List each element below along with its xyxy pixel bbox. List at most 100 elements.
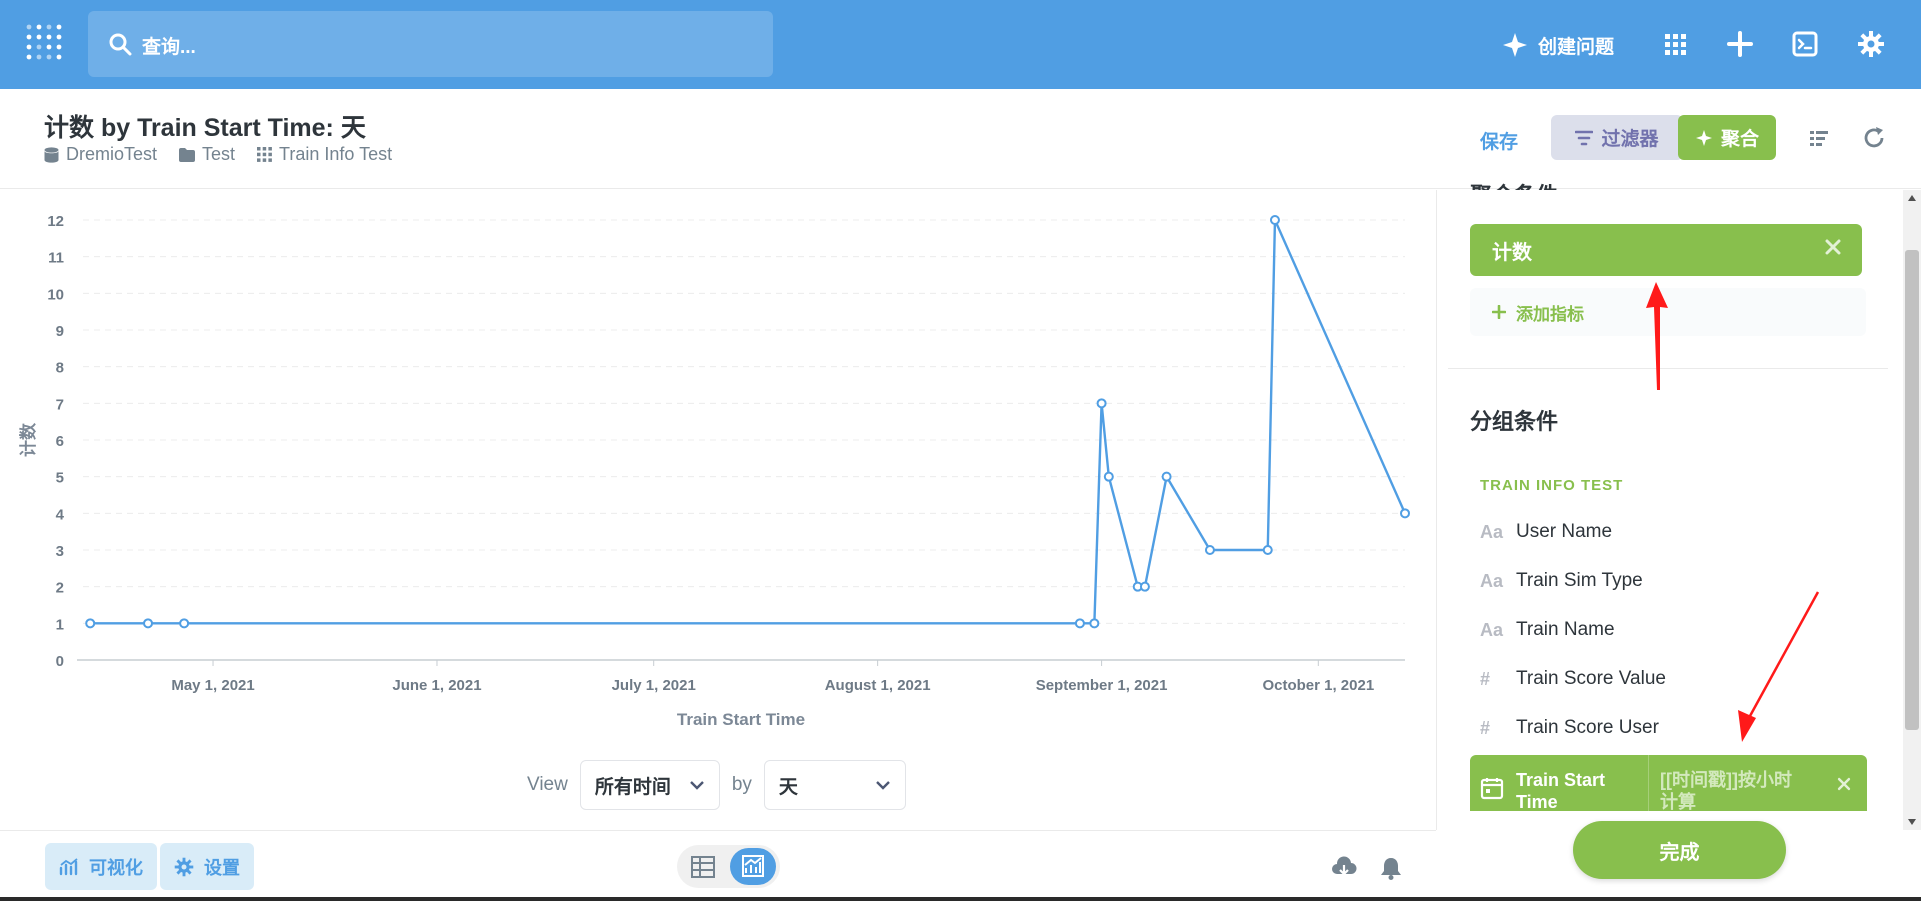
field-train-name[interactable]: Aa Train Name xyxy=(1480,616,1615,644)
temporal-bucket-picker[interactable]: [[时间戳]]按小时计算 xyxy=(1660,769,1800,811)
y-tick-label: 1 xyxy=(56,616,64,633)
metrics-heading: 聚合条件 xyxy=(1470,178,1558,190)
selected-field-clip: Train Start Time [[时间戳]]按小时计算 xyxy=(1470,755,1867,811)
y-tick-label: 7 xyxy=(56,396,64,413)
scroll-up-icon[interactable] xyxy=(1907,194,1917,202)
top-navbar: 查询... 创建问题 xyxy=(0,0,1921,89)
chart-toggle-active[interactable] xyxy=(730,848,776,885)
window-bottom-edge xyxy=(0,897,1921,901)
x-tick-label: June 1, 2021 xyxy=(392,677,481,694)
table-section-label: TRAIN INFO TEST xyxy=(1480,477,1624,494)
plus-icon[interactable] xyxy=(1726,30,1754,58)
x-tick-label: September 1, 2021 xyxy=(1036,677,1168,694)
new-question-button[interactable]: 创建问题 xyxy=(1502,30,1614,60)
y-tick-label: 10 xyxy=(47,286,64,303)
search-input[interactable]: 查询... xyxy=(88,11,773,77)
close-icon[interactable] xyxy=(1835,775,1853,793)
field-label: Train Name xyxy=(1516,619,1615,640)
gear-icon xyxy=(174,857,194,876)
summarize-button-label: 聚合 xyxy=(1720,129,1759,150)
gear-icon[interactable] xyxy=(1857,30,1885,58)
done-button[interactable]: 完成 xyxy=(1573,821,1786,879)
visualize-button[interactable]: 可视化 xyxy=(45,843,157,890)
data-point xyxy=(1204,545,1215,555)
breadcrumb-database-label: DremioTest xyxy=(66,144,158,164)
view-controls: View 所有时间 by 天 xyxy=(527,760,906,810)
line-chart[interactable]: 0123456789101112May 1, 2021 June 1, 2021 J… xyxy=(0,190,1436,750)
y-tick-label: 8 xyxy=(56,360,64,377)
database-icon xyxy=(44,146,59,163)
data-point xyxy=(1103,471,1114,482)
field-train-sim-type[interactable]: Aa Train Sim Type xyxy=(1480,567,1643,595)
period-select[interactable]: 所有时间 xyxy=(579,760,720,810)
field-label: Train Sim Type xyxy=(1516,570,1643,591)
y-tick-label: 6 xyxy=(56,433,64,450)
add-metric-button[interactable]: 添加指标 xyxy=(1470,288,1866,336)
question-title[interactable]: 计数 by Train Start Time: 天 xyxy=(44,108,366,144)
chart-grid xyxy=(83,219,1405,624)
filter-button-label: 过滤器 xyxy=(1601,129,1659,150)
chart-axes: 0123456789101112May 1, 2021 June 1, 2021 J… xyxy=(18,213,1405,729)
x-tick-label: October 1, 2021 xyxy=(1262,677,1374,694)
text-field-icon: Aa xyxy=(1480,570,1504,591)
groupby-heading: 分组条件 xyxy=(1470,409,1559,434)
summarize-button[interactable]: 聚合 xyxy=(1678,115,1776,160)
terminal-icon[interactable] xyxy=(1791,30,1819,58)
save-button[interactable]: 保存 xyxy=(1480,127,1518,154)
unit-select[interactable]: 天 xyxy=(763,760,906,810)
chevron-down-icon xyxy=(876,781,890,790)
filter-button[interactable]: 过滤器 xyxy=(1551,115,1683,160)
add-metric-label: 添加指标 xyxy=(1516,304,1584,324)
data-point xyxy=(1269,215,1280,225)
breadcrumb-table[interactable]: Train Info Test xyxy=(257,144,392,165)
apps-grid-icon[interactable] xyxy=(1661,30,1689,58)
scroll-down-icon[interactable] xyxy=(1907,818,1917,826)
x-tick-label: July 1, 2021 xyxy=(612,677,696,694)
table-chart-toggle[interactable] xyxy=(677,845,780,888)
metabase-logo-icon[interactable] xyxy=(25,23,63,61)
refresh-icon[interactable] xyxy=(1862,126,1886,150)
number-field-icon: # xyxy=(1480,668,1491,689)
folder-icon xyxy=(179,147,196,162)
bell-icon[interactable] xyxy=(1378,855,1404,881)
chart-area: 0 1 2 3 4 5 6 7 8 9 10 11 12 May 1, 2021 June 1, 2021 J… xyxy=(0,190,1436,830)
y-tick-label: 4 xyxy=(56,506,65,523)
visualize-button-label: 可视化 xyxy=(89,857,143,878)
number-field-icon: # xyxy=(1480,717,1491,738)
data-point xyxy=(1400,508,1410,519)
text-field-icon: Aa xyxy=(1480,619,1504,640)
chart-icon xyxy=(59,857,78,875)
notebook-editor-icon[interactable] xyxy=(1807,126,1831,150)
y-tick-label: 12 xyxy=(47,213,64,230)
metric-count-pill[interactable]: 计数 xyxy=(1470,224,1862,276)
table-icon[interactable] xyxy=(690,854,716,880)
y-tick-label: 0 xyxy=(56,653,64,670)
data-point xyxy=(143,618,154,629)
breadcrumb-database[interactable]: DremioTest xyxy=(44,144,157,165)
breadcrumb-schema[interactable]: Test xyxy=(179,144,235,165)
line-chart-icon xyxy=(742,855,764,877)
settings-button-label: 设置 xyxy=(204,857,240,878)
x-axis-label: Train Start Time xyxy=(677,710,805,729)
period-select-value: 所有时间 xyxy=(594,776,671,798)
by-label: by xyxy=(731,774,752,795)
y-tick-label: 9 xyxy=(56,323,64,340)
sidebar-scrollbar[interactable] xyxy=(1903,190,1921,830)
field-train-score-user[interactable]: # Train Score User xyxy=(1480,714,1659,742)
settings-button[interactable]: 设置 xyxy=(160,843,254,890)
y-tick-label: 11 xyxy=(48,250,64,267)
metric-label: 计数 xyxy=(1492,241,1532,264)
series-line xyxy=(90,218,1407,625)
selected-field-label: Train Start Time xyxy=(1516,770,1606,811)
data-point xyxy=(85,618,96,629)
data-point xyxy=(1262,545,1273,555)
download-cloud-icon[interactable] xyxy=(1331,855,1357,881)
scrollbar-thumb[interactable] xyxy=(1905,250,1919,730)
close-icon[interactable] xyxy=(1822,236,1844,258)
selected-field-train-start-time[interactable]: Train Start Time [[时间戳]]按小时计算 xyxy=(1470,755,1867,811)
data-point xyxy=(1139,581,1150,592)
field-train-score-value[interactable]: # Train Score Value xyxy=(1480,665,1666,693)
chart-series xyxy=(85,215,1410,629)
sidebar-clip: 聚合条件 xyxy=(1436,160,1903,190)
field-user-name[interactable]: Aa User Name xyxy=(1480,518,1612,546)
